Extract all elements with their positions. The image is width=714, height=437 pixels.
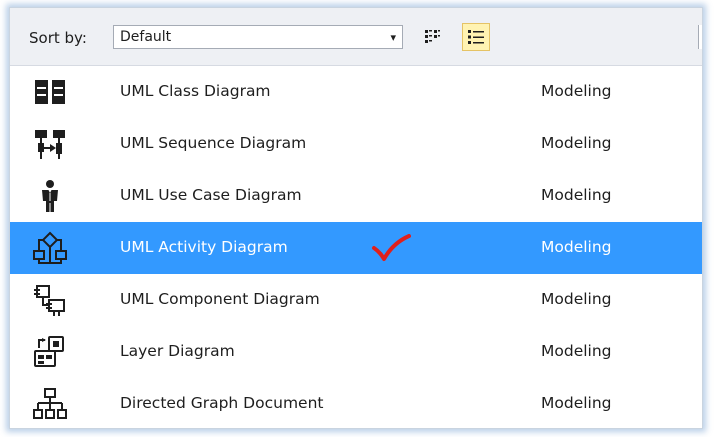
checkmark-icon <box>372 234 411 261</box>
details-view-button[interactable] <box>462 23 490 51</box>
template-name: UML Use Case Diagram <box>120 186 302 204</box>
list-item-uml-component-diagram[interactable]: UML Component Diagram Modeling <box>10 274 702 326</box>
uml-use-case-diagram-icon <box>42 180 58 212</box>
template-name: UML Class Diagram <box>120 82 271 100</box>
list-item-directed-graph-document[interactable]: Directed Graph Document Modeling <box>10 378 702 428</box>
template-category: Modeling <box>541 290 612 308</box>
template-category: Modeling <box>541 394 612 412</box>
chevron-down-icon: ▾ <box>390 31 396 44</box>
sort-dropdown[interactable]: Default ▾ <box>113 25 403 49</box>
sort-toolbar: Sort by: Default ▾ <box>10 8 702 66</box>
list-item-uml-use-case-diagram[interactable]: UML Use Case Diagram Modeling <box>10 170 702 222</box>
template-name: UML Activity Diagram <box>120 238 288 256</box>
template-name: Layer Diagram <box>120 342 235 360</box>
details-view-icon <box>468 30 484 44</box>
directed-graph-icon <box>33 388 67 419</box>
search-box-edge[interactable] <box>698 25 702 49</box>
template-category: Modeling <box>541 238 612 256</box>
template-name: Directed Graph Document <box>120 394 324 412</box>
small-icons-view-icon <box>425 30 440 43</box>
sort-dropdown-value: Default <box>120 29 172 45</box>
list-item-uml-activity-diagram[interactable]: UML Activity Diagram Modeling <box>10 222 702 274</box>
new-diagram-dialog: Sort by: Default ▾ UML Class Diagram Mod… <box>9 7 703 429</box>
template-category: Modeling <box>541 186 612 204</box>
template-name: UML Component Diagram <box>120 290 320 308</box>
list-item-layer-diagram[interactable]: Layer Diagram Modeling <box>10 326 702 378</box>
sort-by-label: Sort by: <box>29 29 87 47</box>
template-name: UML Sequence Diagram <box>120 134 307 152</box>
template-category: Modeling <box>541 134 612 152</box>
uml-sequence-diagram-icon <box>35 130 65 159</box>
uml-component-diagram-icon <box>34 285 65 316</box>
layer-diagram-icon <box>34 336 64 367</box>
uml-class-diagram-icon <box>35 80 65 104</box>
template-category: Modeling <box>541 342 612 360</box>
list-item-uml-sequence-diagram[interactable]: UML Sequence Diagram Modeling <box>10 118 702 170</box>
template-category: Modeling <box>541 82 612 100</box>
small-icons-view-button[interactable] <box>418 23 446 51</box>
uml-activity-diagram-icon <box>33 231 67 264</box>
list-item-uml-class-diagram[interactable]: UML Class Diagram Modeling <box>10 66 702 118</box>
